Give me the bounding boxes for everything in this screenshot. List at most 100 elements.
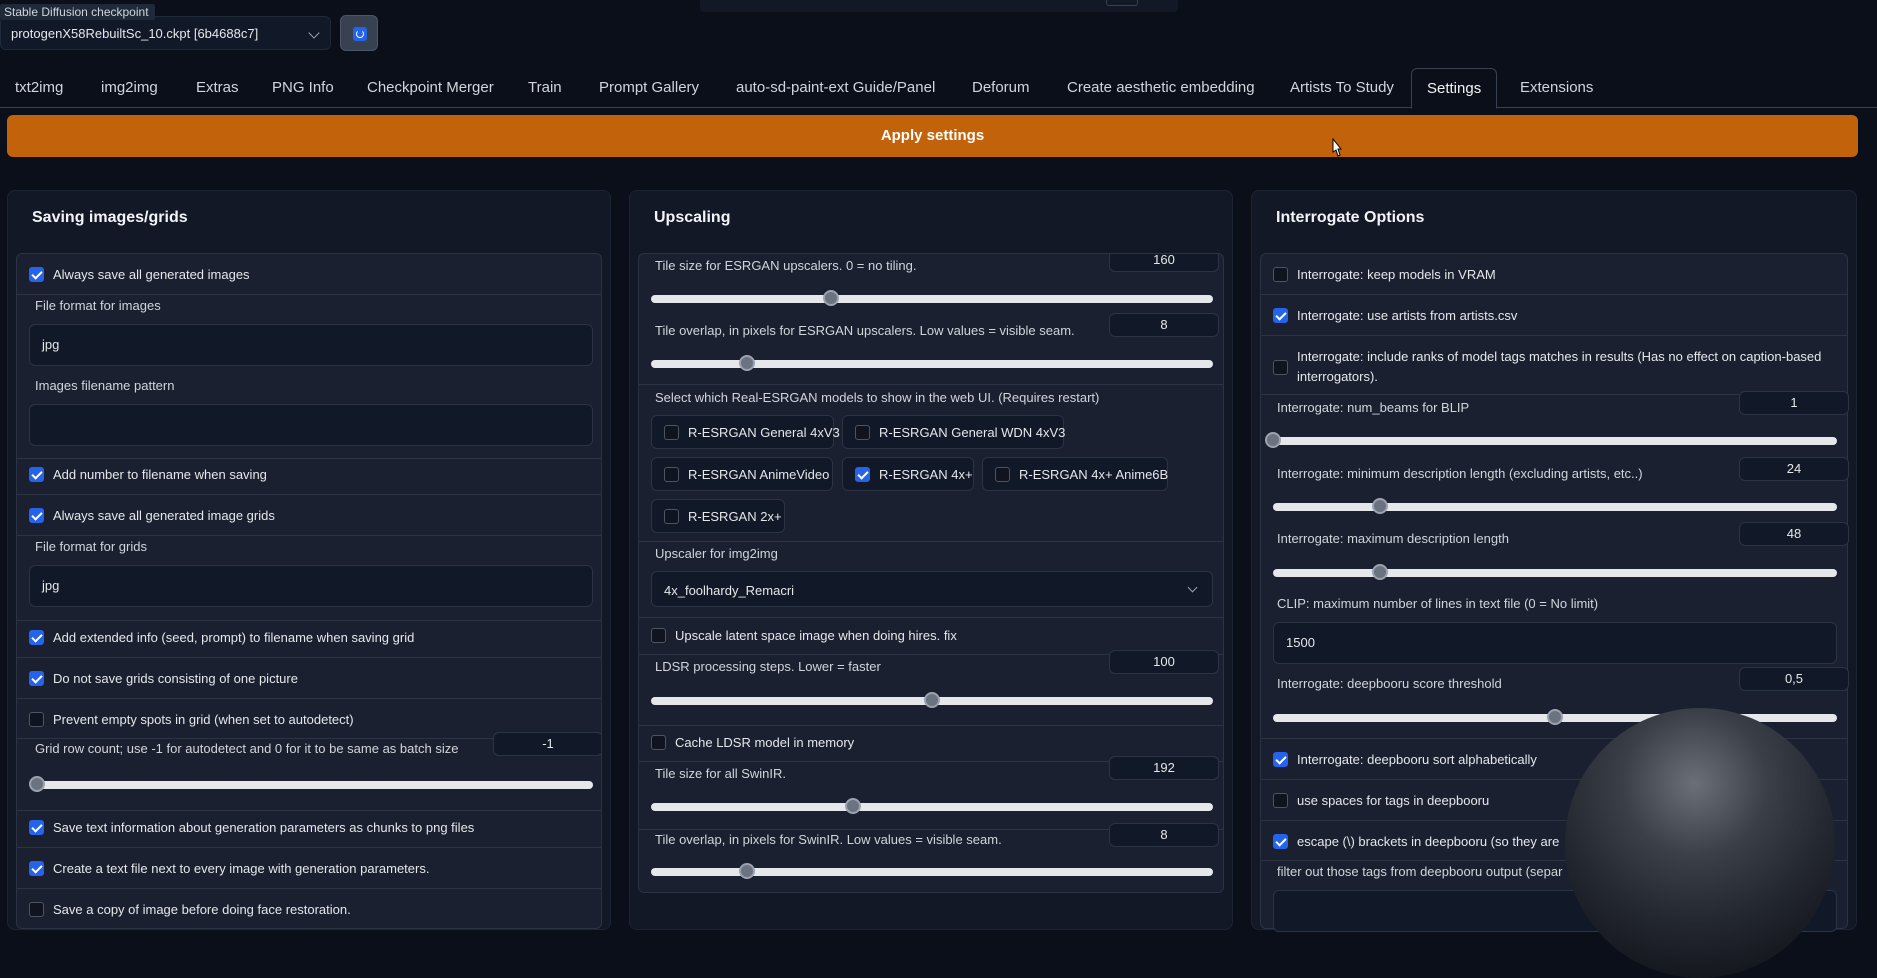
escape-brackets-label: escape (\) brackets in deepbooru (so the… [1297,834,1560,849]
filename-pattern-input[interactable] [29,404,593,446]
num-beams-slider[interactable] [1265,432,1837,448]
grid-row-count-slider[interactable] [29,776,593,792]
model-label: R-ESRGAN 4x+ [879,467,973,482]
always-save-images-label: Always save all generated images [53,267,250,282]
ldsr-steps-label: LDSR processing steps. Lower = faster [655,659,881,674]
tab-png-info[interactable]: PNG Info [257,68,349,108]
slider-thumb[interactable] [822,290,839,306]
esrgan-overlap-input[interactable]: 8 [1109,313,1219,337]
add-extended-info-checkbox[interactable] [29,630,44,645]
cache-ldsr-label: Cache LDSR model in memory [675,735,855,750]
slider-thumb[interactable] [1372,564,1389,580]
save-text-chunks-label: Save text information about generation p… [53,820,475,835]
file-format-grids-input[interactable]: jpg [29,565,593,607]
model-checkbox[interactable] [855,425,870,440]
always-save-grids-checkbox[interactable] [29,508,44,523]
saving-title: Saving images/grids [32,209,188,226]
slider-thumb[interactable] [738,355,755,371]
filter-tags-label: filter out those tags from deepbooru out… [1277,864,1563,879]
clip-max-lines-label: CLIP: maximum number of lines in text fi… [1277,596,1599,611]
include-ranks-checkbox[interactable] [1273,360,1288,375]
saving-section: Saving images/grids Always save all gene… [7,190,611,930]
ldsr-steps-slider[interactable] [651,692,1213,708]
tab-deforum[interactable]: Deforum [957,68,1045,108]
model-chip-general-wdn-4xv3[interactable]: R-ESRGAN General WDN 4xV3 [842,415,1065,449]
tab-txt2img[interactable]: txt2img [0,68,78,108]
model-chip-2x-plus[interactable]: R-ESRGAN 2x+ [651,499,785,533]
swinir-overlap-input[interactable]: 8 [1109,823,1219,847]
chevron-down-icon [1187,582,1198,593]
num-beams-input[interactable]: 1 [1739,391,1849,415]
swinir-tile-input[interactable]: 192 [1109,756,1219,780]
grid-row-count-input[interactable]: -1 [493,732,601,756]
use-spaces-checkbox[interactable] [1273,793,1288,808]
model-checkbox[interactable] [995,467,1010,482]
ldsr-steps-input[interactable]: 100 [1109,650,1219,674]
img2img-upscaler-select[interactable]: 4x_foolhardy_Remacri [651,571,1213,607]
main-tabs: txt2img img2img Extras PNG Info Checkpoi… [0,68,1877,109]
prevent-empty-spots-label: Prevent empty spots in grid (when set to… [53,712,354,727]
slider-thumb[interactable] [845,798,862,814]
tab-checkpoint-merger[interactable]: Checkpoint Merger [352,68,509,108]
create-text-file-checkbox[interactable] [29,861,44,876]
esrgan-tile-input[interactable]: 160 [1109,254,1219,272]
model-checkbox[interactable] [855,467,870,482]
file-format-images-input[interactable]: jpg [29,324,593,366]
always-save-images-checkbox[interactable] [29,267,44,282]
tab-settings[interactable]: Settings [1411,68,1498,109]
no-single-grids-label: Do not save grids consisting of one pict… [53,671,298,686]
model-chip-animevideo[interactable]: R-ESRGAN AnimeVideo [651,457,833,491]
swinir-overlap-slider[interactable] [651,863,1213,879]
slider-thumb[interactable] [1372,498,1389,514]
swinir-tile-slider[interactable] [651,798,1213,814]
deepbooru-threshold-input[interactable]: 0,5 [1739,667,1849,691]
tab-paint-ext[interactable]: auto-sd-paint-ext Guide/Panel [721,68,950,108]
model-checkbox[interactable] [664,509,679,524]
tab-extras[interactable]: Extras [181,68,254,108]
escape-brackets-checkbox[interactable] [1273,834,1288,849]
tab-artists[interactable]: Artists To Study [1275,68,1409,108]
model-checkbox[interactable] [664,467,679,482]
max-desc-input[interactable]: 48 [1739,522,1849,546]
use-spaces-label: use spaces for tags in deepbooru [1297,793,1490,808]
top-hidden-bar [700,0,1178,12]
slider-thumb[interactable] [1265,432,1281,448]
model-chip-4x-anime6b[interactable]: R-ESRGAN 4x+ Anime6B [982,457,1168,491]
checkpoint-select[interactable]: protogenX58RebuiltSc_10.ckpt [6b4688c7] [0,16,331,50]
tab-img2img[interactable]: img2img [86,68,173,108]
refresh-checkpoint-button[interactable] [340,15,378,51]
upscale-latent-checkbox[interactable] [651,628,666,643]
model-chip-4x-plus[interactable]: R-ESRGAN 4x+ [842,457,974,491]
no-single-grids-checkbox[interactable] [29,671,44,686]
tab-extensions[interactable]: Extensions [1505,68,1608,108]
keep-vram-checkbox[interactable] [1273,267,1288,282]
slider-thumb[interactable] [924,692,940,708]
max-desc-slider[interactable] [1273,564,1837,580]
min-desc-label: Interrogate: minimum description length … [1277,466,1643,481]
slider-thumb[interactable] [29,776,45,792]
tab-aesthetic-embedding[interactable]: Create aesthetic embedding [1052,68,1270,108]
prevent-empty-spots-checkbox[interactable] [29,712,44,727]
model-label: R-ESRGAN 2x+ [688,509,782,524]
apply-settings-button[interactable]: Apply settings [7,115,1858,157]
file-format-images-label: File format for images [35,298,161,313]
slider-thumb[interactable] [738,863,755,879]
model-checkbox[interactable] [664,425,679,440]
add-number-checkbox[interactable] [29,467,44,482]
clip-max-lines-input[interactable]: 1500 [1273,622,1837,664]
esrgan-tile-slider[interactable] [651,290,1213,306]
use-artists-checkbox[interactable] [1273,308,1288,323]
cache-ldsr-checkbox[interactable] [651,735,666,750]
tab-train[interactable]: Train [513,68,577,108]
min-desc-slider[interactable] [1273,498,1837,514]
save-before-face-checkbox[interactable] [29,902,44,917]
save-text-chunks-checkbox[interactable] [29,820,44,835]
esrgan-overlap-slider[interactable] [651,355,1213,371]
model-chip-general-4xv3[interactable]: R-ESRGAN General 4xV3 [651,415,840,449]
upscaling-section: Upscaling Tile size for ESRGAN upscalers… [629,190,1233,930]
tab-prompt-gallery[interactable]: Prompt Gallery [584,68,714,108]
min-desc-input[interactable]: 24 [1739,457,1849,481]
deepbooru-sort-checkbox[interactable] [1273,752,1288,767]
chevron-down-icon [308,27,320,39]
slider-thumb[interactable] [1547,709,1563,725]
